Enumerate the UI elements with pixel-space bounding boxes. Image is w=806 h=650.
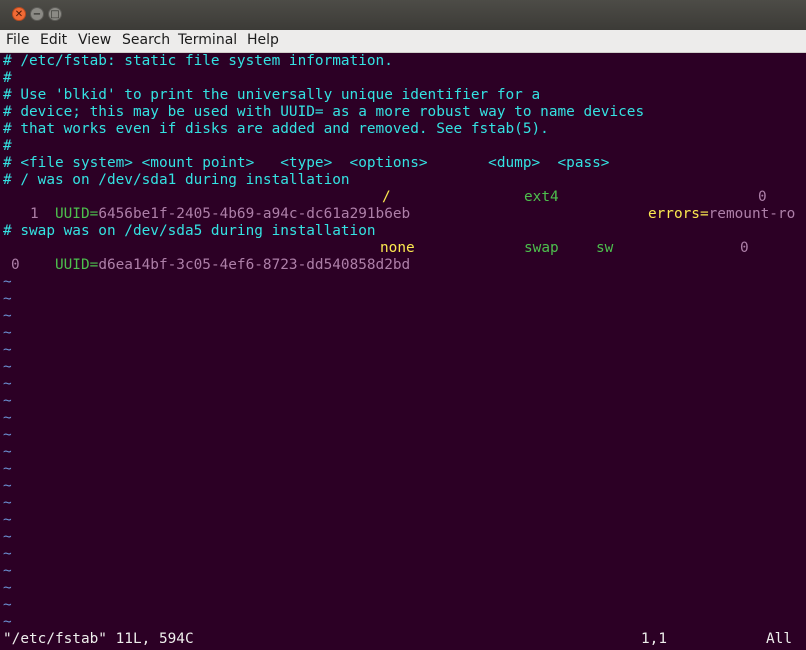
empty-line-tilde: ~ [3, 495, 12, 511]
dump-value: 0 [740, 240, 749, 256]
empty-line-tilde: ~ [3, 291, 12, 307]
menu-bar: File Edit View Search Terminal Help [0, 30, 806, 53]
empty-line-tilde: ~ [3, 512, 12, 528]
menu-help[interactable]: Help [247, 32, 279, 48]
uuid-key: UUID= [54, 257, 99, 273]
mount-point: / [382, 189, 391, 205]
empty-line-tilde: ~ [3, 614, 12, 630]
fstab-comment-line: # swap was on /dev/sda5 during installat… [3, 223, 376, 239]
empty-line-tilde: ~ [3, 444, 12, 460]
fstab-comment-line: # Use 'blkid' to print the universally u… [3, 87, 541, 103]
menu-edit[interactable]: Edit [40, 32, 67, 48]
minimize-icon[interactable]: − [30, 7, 44, 21]
terminal-editor[interactable]: # /etc/fstab: static file system informa… [0, 53, 806, 650]
fs-type: swap [524, 240, 559, 256]
empty-line-tilde: ~ [3, 393, 12, 409]
maximize-icon[interactable]: □ [48, 7, 62, 21]
close-icon[interactable]: ✕ [12, 7, 26, 21]
menu-terminal[interactable]: Terminal [178, 32, 237, 48]
fstab-comment-line: # /etc/fstab: static file system informa… [3, 53, 393, 69]
uuid-value: 6456be1f-2405-4b69-a94c-dc61a291b6eb [98, 206, 411, 222]
empty-line-tilde: ~ [3, 410, 12, 426]
option-value: remount-ro [708, 206, 796, 222]
empty-line-tilde: ~ [3, 580, 12, 596]
pass-value: 1 [30, 206, 39, 222]
empty-line-tilde: ~ [3, 529, 12, 545]
mount-point: none [380, 240, 415, 256]
title-bar: ✕ − □ [0, 0, 806, 30]
empty-line-tilde: ~ [3, 308, 12, 324]
menu-view[interactable]: View [78, 32, 111, 48]
terminal-window: ✕ − □ File Edit View Search Terminal Hel… [0, 0, 806, 650]
empty-line-tilde: ~ [3, 325, 12, 341]
fstab-comment-line: # that works even if disks are added and… [3, 121, 549, 137]
fs-type: ext4 [524, 189, 559, 205]
fstab-header-comment: # <file system> <mount point> <type> <op… [3, 155, 610, 171]
empty-line-tilde: ~ [3, 359, 12, 375]
empty-line-tilde: ~ [3, 461, 12, 477]
empty-line-tilde: ~ [3, 427, 12, 443]
fstab-entry-root: UUID=6456be1f-2405-4b69-a94c-dc61a291b6e… [3, 189, 410, 222]
fstab-comment-line: # [3, 70, 12, 86]
empty-line-tilde: ~ [3, 546, 12, 562]
option-key: errors= [647, 206, 709, 222]
fstab-comment-line: # device; this may be used with UUID= as… [3, 104, 645, 120]
menu-search[interactable]: Search [122, 32, 170, 48]
empty-line-tilde: ~ [3, 478, 12, 494]
status-scroll-position: All [766, 631, 792, 647]
empty-line-tilde: ~ [3, 376, 12, 392]
mount-options: sw [596, 240, 614, 256]
pass-value: 0 [11, 257, 20, 273]
empty-line-tilde: ~ [3, 597, 12, 613]
dump-value: 0 [758, 189, 767, 205]
empty-line-tilde: ~ [3, 342, 12, 358]
fstab-entry-swap: UUID=d6ea14bf-3c05-4ef6-8723-dd540858d2b… [3, 240, 410, 273]
empty-line-tilde: ~ [3, 563, 12, 579]
uuid-key: UUID= [54, 206, 99, 222]
uuid-value: d6ea14bf-3c05-4ef6-8723-dd540858d2bd [98, 257, 411, 273]
fstab-comment-line: # / was on /dev/sda1 during installation [3, 172, 350, 188]
status-cursor-position: 1,1 [641, 631, 667, 647]
menu-file[interactable]: File [6, 32, 29, 48]
empty-line-tilde: ~ [3, 274, 12, 290]
fstab-comment-line: # [3, 138, 12, 154]
status-file-info: "/etc/fstab" 11L, 594C [3, 631, 194, 647]
